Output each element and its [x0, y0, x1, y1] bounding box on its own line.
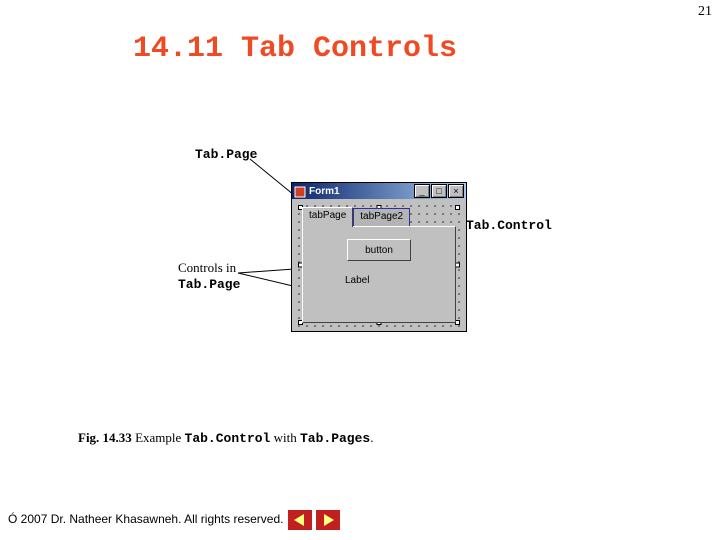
section-title: 14.11 Tab Controls: [133, 32, 457, 66]
callout-controls-in-tabpage: Controls in Tab.Page: [178, 260, 240, 294]
window-title: Form1: [309, 186, 414, 197]
caption-text-1: Example: [132, 430, 185, 445]
minimize-button[interactable]: _: [414, 184, 430, 198]
close-button[interactable]: ×: [448, 184, 464, 198]
tab-page-content: button Label: [302, 226, 456, 323]
maximize-button[interactable]: □: [431, 184, 447, 198]
page-number: 21: [698, 4, 712, 20]
callout-tabpage-text: Tab.Page: [195, 147, 257, 162]
caption-figure-number: Fig. 14.33: [78, 430, 132, 445]
caption-mono-2: Tab.Pages: [300, 431, 370, 446]
tab-strip: tabPage tabPage2: [302, 209, 456, 226]
caption-text-2: with: [270, 430, 300, 445]
callout-controls-in-line1: Controls in: [178, 260, 236, 275]
nav-arrows: [288, 510, 340, 530]
callout-tabpage: Tab.Page: [195, 146, 257, 163]
callout-tabcontrol-text: Tab.Control: [466, 218, 552, 233]
tab-page-1[interactable]: tabPage: [302, 207, 353, 227]
caption-mono-1: Tab.Control: [185, 431, 271, 446]
caption-tail: .: [370, 430, 373, 445]
client-area: tabPage tabPage2 button Label: [292, 199, 466, 331]
form-label: Label: [345, 275, 369, 286]
form-window: Form1 _ □ × tabPage tabPage2 button Labe…: [291, 182, 467, 332]
callout-controls-in-line2: Tab.Page: [178, 277, 240, 292]
callout-tabcontrol: Tab.Control: [466, 217, 552, 234]
next-slide-button[interactable]: [316, 510, 340, 530]
tab-control[interactable]: tabPage tabPage2 button Label: [302, 209, 456, 321]
titlebar: Form1 _ □ ×: [292, 183, 466, 199]
prev-slide-button[interactable]: [288, 510, 312, 530]
figure-caption: Fig. 14.33 Example Tab.Control with Tab.…: [78, 430, 373, 446]
app-icon: [294, 185, 306, 197]
tab-page-2[interactable]: tabPage2: [353, 208, 410, 226]
form-button[interactable]: button: [347, 239, 411, 261]
copyright-footer: Ó 2007 Dr. Natheer Khasawneh. All rights…: [8, 512, 283, 526]
